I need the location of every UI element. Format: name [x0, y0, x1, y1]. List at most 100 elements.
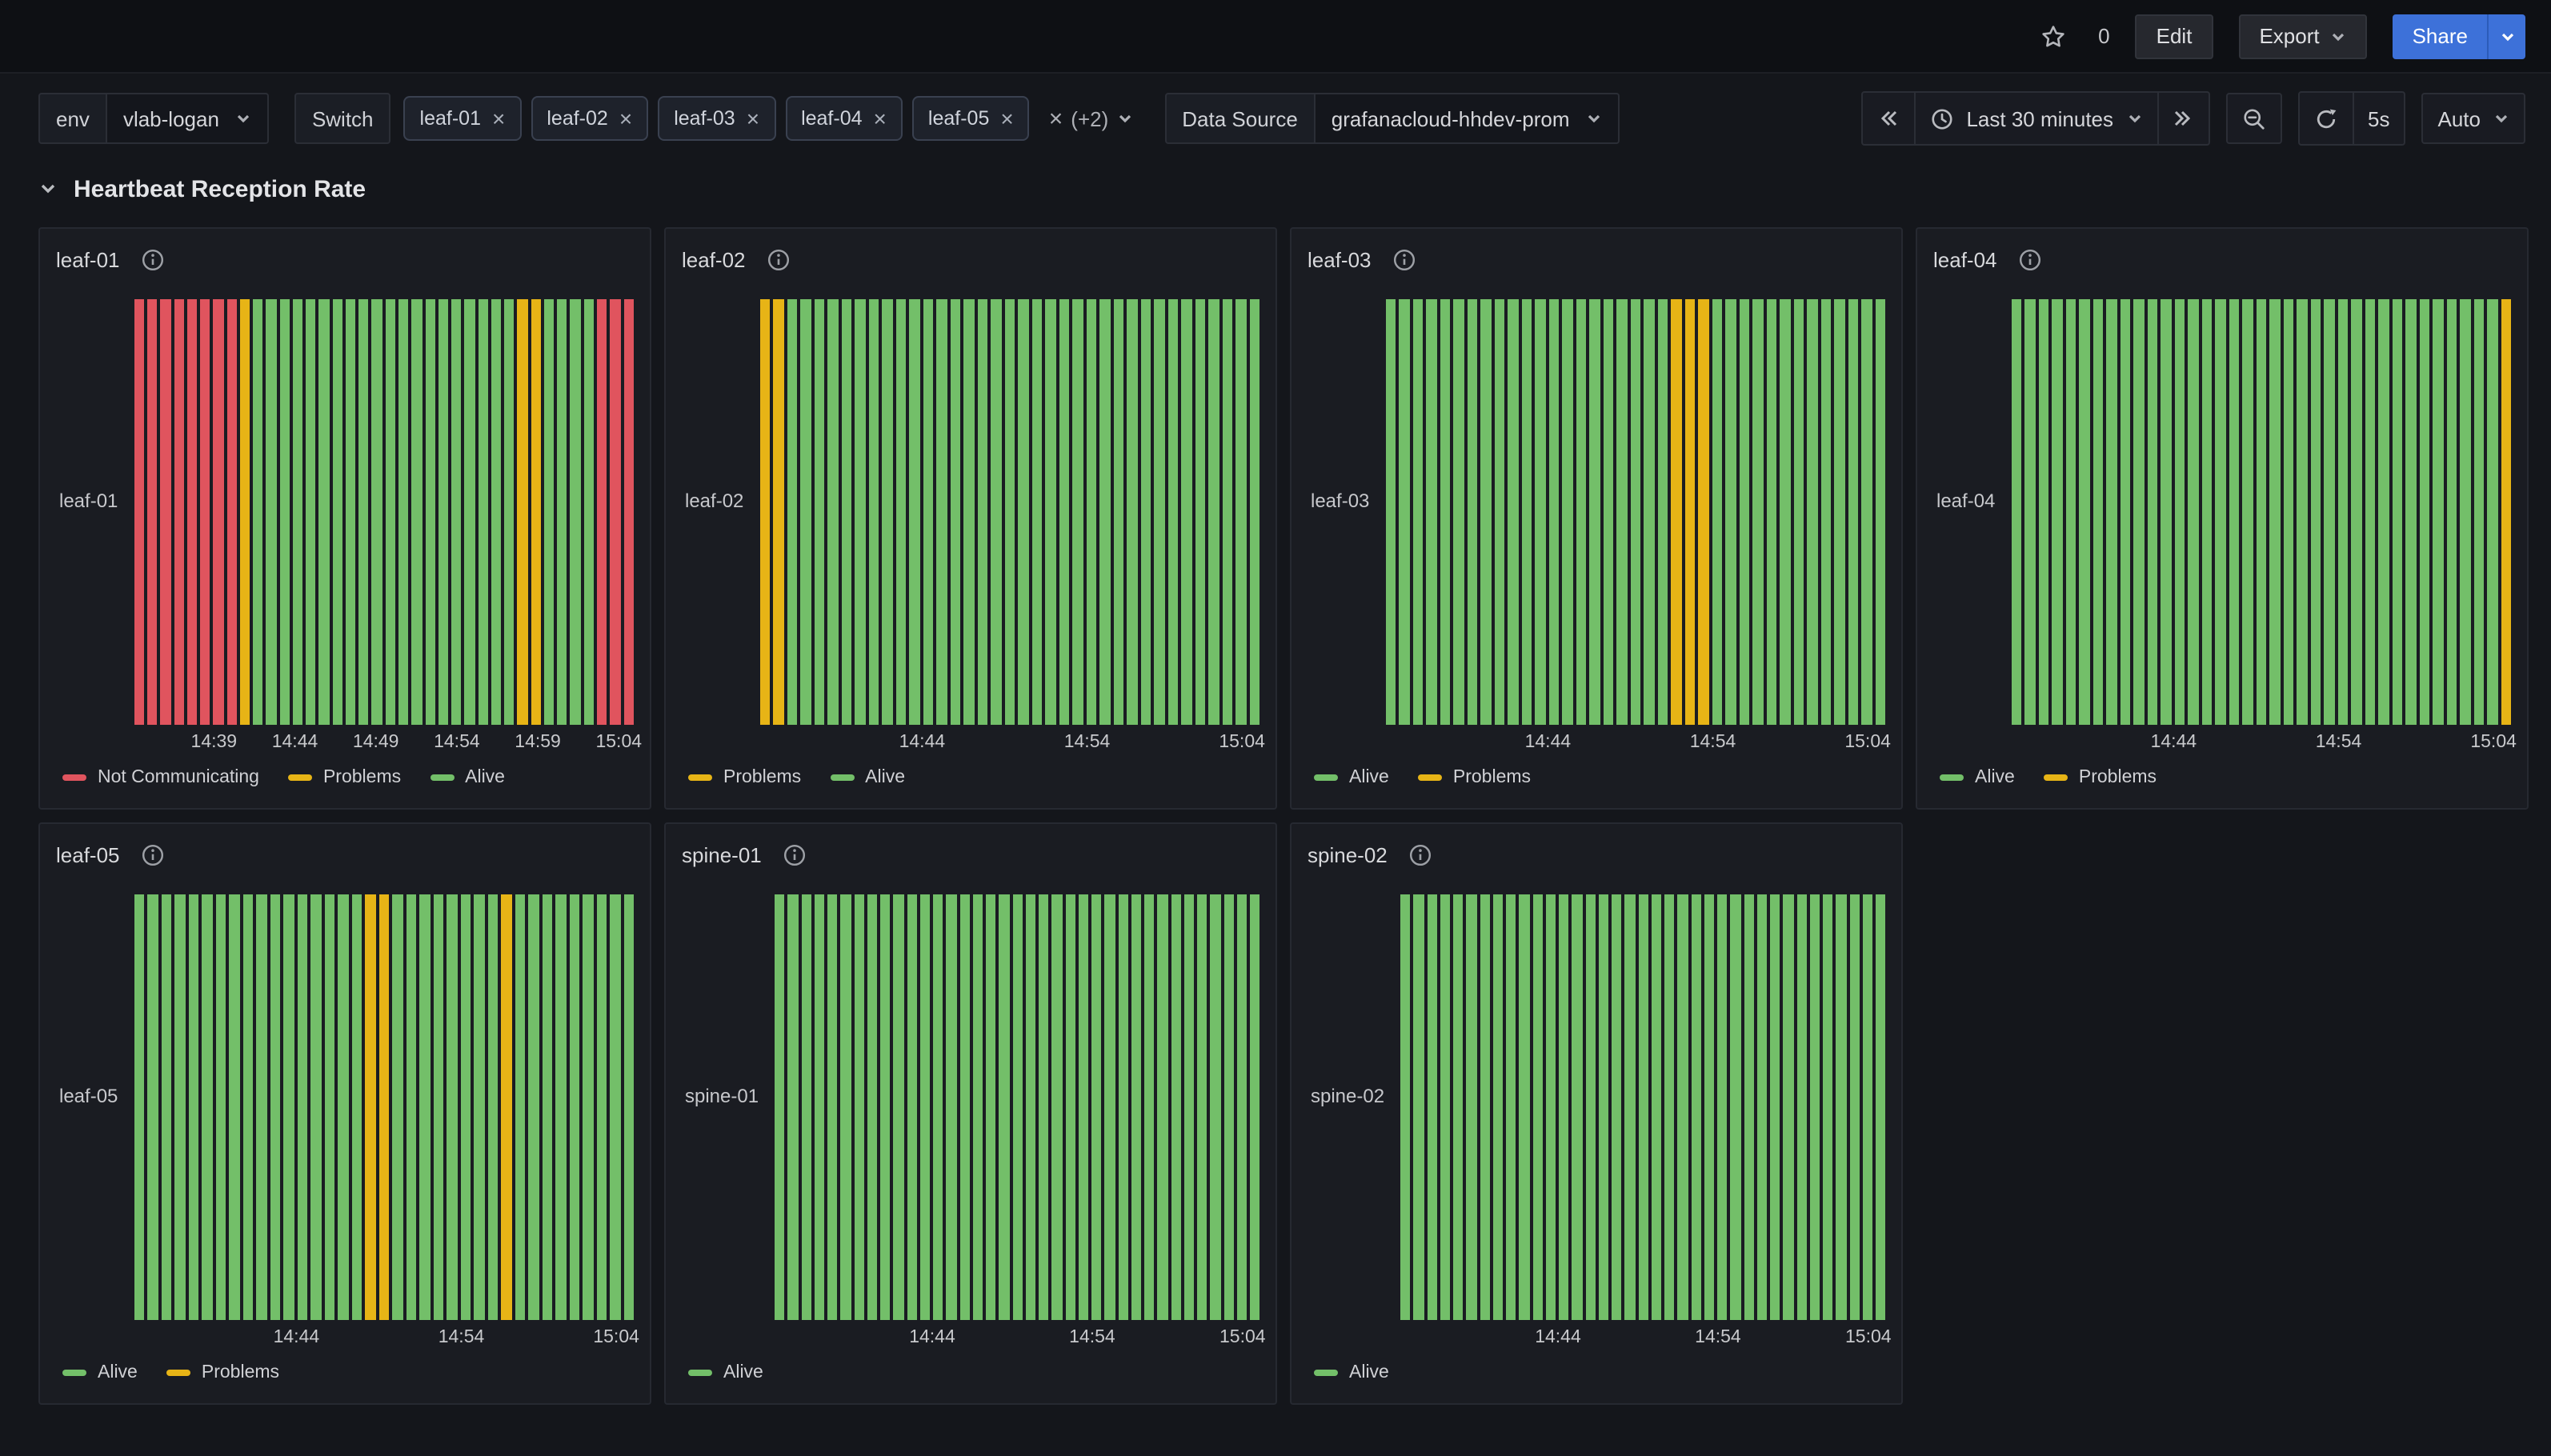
timeline-bar-alive — [346, 299, 356, 725]
timeline-bar-alive — [253, 299, 263, 725]
info-icon[interactable] — [1408, 842, 1432, 866]
export-button[interactable]: Export — [2238, 14, 2367, 58]
panel-title[interactable]: spine-02 — [1308, 842, 1388, 866]
timeline-bar-alive — [950, 299, 960, 725]
chevron-down-icon — [2126, 110, 2142, 126]
switch-overflow-count: (+2) — [1071, 106, 1108, 130]
timeline-bar-alive — [487, 894, 498, 1320]
timeline-bar-alive — [478, 299, 488, 725]
time-range-picker[interactable]: Last 30 minutes — [1913, 93, 2157, 144]
remove-filter-icon[interactable]: × — [492, 107, 505, 130]
timeline-bar-not_communicating — [214, 299, 224, 725]
timeline-bar-alive — [894, 894, 904, 1320]
timeline-bar-alive — [1625, 894, 1636, 1320]
legend-item[interactable]: Alive — [830, 768, 905, 787]
timeline-bar-problems — [2501, 299, 2511, 725]
legend-item[interactable]: Alive — [688, 1363, 763, 1382]
timeline-bar-alive — [787, 299, 797, 725]
panel-title[interactable]: leaf-05 — [56, 842, 120, 866]
panel-title[interactable]: leaf-03 — [1308, 247, 1372, 271]
env-value-dropdown[interactable]: vlab-logan — [107, 93, 269, 144]
timeline-bar-alive — [2038, 299, 2048, 725]
timeline-bar-alive — [907, 894, 917, 1320]
refresh-interval-button[interactable]: 5s — [2352, 93, 2404, 144]
panel-title[interactable]: leaf-01 — [56, 247, 120, 271]
share-dropdown-button[interactable] — [2487, 14, 2525, 58]
state-timeline-chart: leaf-05 14:4414:5415:04 — [56, 894, 634, 1352]
datasource-dropdown[interactable]: grafanacloud-hhdev-prom — [1316, 93, 1620, 144]
panels-grid: leaf-01 leaf-01 14:3914:4414:4914:5414:5… — [0, 227, 2551, 1405]
timeline-bar-alive — [1211, 894, 1221, 1320]
panel-title[interactable]: leaf-04 — [1933, 247, 1997, 271]
share-button-group: Share — [2393, 14, 2525, 58]
remove-filter-icon[interactable]: × — [874, 107, 887, 130]
info-icon[interactable] — [141, 247, 165, 271]
filter-pill[interactable]: leaf-02 × — [531, 96, 648, 141]
share-button[interactable]: Share — [2393, 14, 2487, 58]
filter-pill[interactable]: leaf-04× — [785, 96, 903, 141]
legend-item[interactable]: Problems — [688, 768, 801, 787]
datasource-label: Data Source — [1164, 93, 1316, 144]
timeline-bar-alive — [1235, 299, 1246, 725]
legend-item[interactable]: Alive — [1314, 1363, 1389, 1382]
timeline-bar-alive — [147, 894, 158, 1320]
edit-button[interactable]: Edit — [2136, 14, 2213, 58]
legend-item[interactable]: Problems — [2044, 768, 2157, 787]
timeline-bar-alive — [1752, 299, 1763, 725]
legend-item[interactable]: Alive — [1314, 768, 1389, 787]
info-icon[interactable] — [767, 247, 791, 271]
zoom-out-button[interactable] — [2225, 93, 2281, 144]
timeline-bar-alive — [999, 894, 1010, 1320]
legend-item[interactable]: Alive — [1940, 768, 2015, 787]
filter-pill[interactable]: leaf-05× — [912, 96, 1030, 141]
plot-area: 14:4414:5415:04 — [1385, 299, 1885, 757]
timeline-bar-alive — [1079, 894, 1089, 1320]
panel-title[interactable]: spine-01 — [682, 842, 762, 866]
remove-filter-icon[interactable]: × — [747, 107, 759, 130]
legend-item[interactable]: Alive — [62, 1363, 138, 1382]
legend-item[interactable]: Problems — [288, 768, 401, 787]
timeline-bars — [1385, 299, 1885, 725]
time-shift-forward-button[interactable] — [2157, 93, 2208, 144]
auto-refresh-dropdown[interactable]: Auto — [2422, 93, 2526, 144]
panel: spine-02 spine-02 14:4414:5415:04 Alive — [1290, 822, 1903, 1405]
x-tick-label: 15:04 — [2470, 733, 2517, 752]
timeline-bar-alive — [1793, 299, 1804, 725]
legend-item[interactable]: Problems — [166, 1363, 279, 1382]
timeline-bar-alive — [283, 894, 294, 1320]
timeline-bar-alive — [1223, 894, 1234, 1320]
filter-pill-label: leaf-02 — [547, 107, 607, 130]
clear-all-icon[interactable]: × — [1049, 106, 1063, 130]
legend: Alive Problems — [1933, 757, 2511, 798]
info-icon[interactable] — [141, 842, 165, 866]
switch-values: leaf-01×leaf-02×leaf-03×leaf-04×leaf-05× — [404, 96, 1030, 141]
chevron-down-icon — [1586, 110, 1602, 126]
legend-item[interactable]: Not Communicating — [62, 768, 259, 787]
timeline-bar-alive — [2174, 299, 2185, 725]
remove-filter-icon[interactable]: × — [1000, 107, 1013, 130]
switch-overflow-dropdown[interactable]: × (+2) — [1043, 106, 1139, 130]
filter-pill[interactable]: leaf-01× — [404, 96, 522, 141]
info-icon[interactable] — [1392, 247, 1416, 271]
legend-color-alive — [1314, 774, 1338, 781]
timeline-bar-alive — [1521, 299, 1532, 725]
info-icon[interactable] — [783, 842, 807, 866]
timeline-bar-not_communicating — [623, 299, 634, 725]
row-header[interactable]: Heartbeat Reception Rate — [38, 170, 2525, 208]
timeline-bar-alive — [933, 894, 943, 1320]
remove-filter-icon[interactable]: × — [619, 107, 632, 130]
refresh-button[interactable] — [2299, 93, 2352, 144]
timeline-bar-alive — [2092, 299, 2103, 725]
time-shift-back-button[interactable] — [1862, 93, 1913, 144]
timeline-bar-alive — [2460, 299, 2470, 725]
chevrons-left-icon — [1878, 109, 1897, 128]
info-icon[interactable] — [2018, 247, 2042, 271]
panel-title[interactable]: leaf-02 — [682, 247, 746, 271]
legend-item[interactable]: Alive — [430, 768, 505, 787]
legend-item[interactable]: Problems — [1418, 768, 1531, 787]
timeline-bar-alive — [1823, 894, 1833, 1320]
timeline-bar-alive — [1572, 894, 1583, 1320]
timeline-bar-alive — [2161, 299, 2171, 725]
star-button[interactable] — [2034, 17, 2072, 55]
filter-pill[interactable]: leaf-03× — [658, 96, 775, 141]
